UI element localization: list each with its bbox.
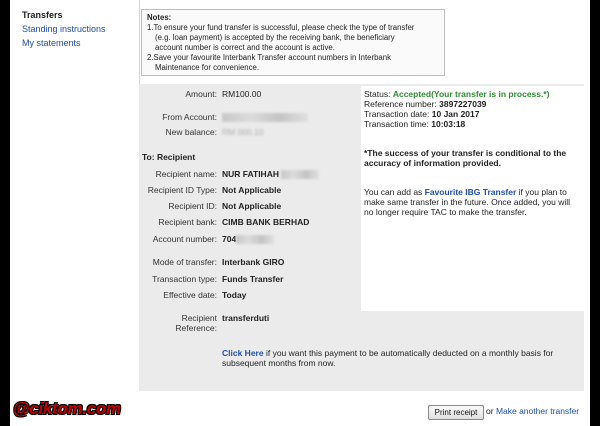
to-recipient-heading: To: Recipient [142,152,196,162]
account-number-value: 704 [222,234,275,245]
notes-line: 2.Save your favourite Interbank Transfer… [147,53,392,62]
recipient-bank-value: CIMB BANK BERHAD [222,217,310,227]
reference-value: 3897227039 [439,99,487,109]
actions-or: or Make another transfer [486,406,579,416]
transaction-date-label: Transaction date: [364,109,430,119]
auto-deduct-line-1: Click Here if you want this payment to b… [222,348,572,358]
reference-line: Reference number: 3897227039 [364,99,486,109]
status-label: Status: [364,89,391,99]
transaction-time-value: 10:03:18 [431,119,466,129]
left-black-border [0,0,10,426]
mode-of-transfer-label: Mode of transfer: [152,257,217,267]
recipient-id-type-value: Not Applicable [222,185,282,195]
transaction-time-line: Transaction time: 10:03:18 [364,119,465,129]
new-balance-label: New balance: [165,127,217,137]
favourite-line-1: You can add as Favourite IBG Transfer if… [364,187,567,197]
notes-line: account number is correct and the accoun… [155,43,335,52]
transaction-type-label: Transaction type: [152,274,217,284]
notes-line: 1.To ensure your fund transfer is succes… [147,23,415,32]
watermark: @ciktom.com [13,399,121,418]
from-account-label: From Account: [162,112,217,122]
recipient-name-text: NUR FATIHAH [222,169,279,179]
account-number-text: 704 [222,234,237,244]
or-label: or [486,406,494,416]
recipient-reference-label-2: Reference: [175,323,217,333]
redacted-name [281,170,320,180]
recipient-id-label: Recipient ID: [168,201,217,211]
notes-box: Notes: 1.To ensure your fund transfer is… [141,9,445,76]
redacted-account [222,113,308,123]
auto-deduct-line-2: subsequent months from now. [222,358,336,368]
recipient-id-type-label: Recipient ID Type: [147,185,217,195]
favourite-line-3: no longer require TAC to make the transf… [364,207,527,217]
recipient-id-value: Not Applicable [222,201,282,211]
effective-date-label: Effective date: [163,290,217,300]
mode-of-transfer-value: Interbank GIRO [222,257,285,267]
status-line: Status: Accepted(Your transfer is in pro… [364,89,550,99]
right-black-border [590,0,600,426]
account-number-label: Account number: [152,234,217,244]
redacted-account-number [236,235,275,245]
disclaimer-line-1: *The success of your transfer is conditi… [364,148,567,158]
click-here-link[interactable]: Click Here [222,348,264,358]
from-account-value [222,112,308,123]
recipient-reference-value: transferduti [222,313,270,323]
favourite-text-pre: You can add as [364,187,425,197]
notes-heading: Notes: [147,13,172,22]
transaction-date-value: 10 Jan 2017 [431,109,480,119]
content-divider [139,0,140,86]
favourite-ibg-link[interactable]: Favourite IBG Transfer [425,187,517,197]
notes-line: (e.g. loan payment) is accepted by the r… [155,33,395,42]
reference-label: Reference number: [364,99,437,109]
status-value: Accepted(Your transfer is in process.*) [392,89,550,99]
recipient-name-value: NUR FATIHAH [222,169,320,180]
recipient-name-label: Recipient name: [155,169,217,179]
transaction-time-label: Transaction time: [364,119,429,129]
auto-deduct-text: if you want this payment to be automatic… [263,348,554,358]
sidebar-menu: Transfers Standing instructions My state… [22,8,106,50]
make-another-transfer-link[interactable]: Make another transfer [496,406,579,416]
sidebar-item-standing-instructions[interactable]: Standing instructions [22,22,106,36]
sidebar-item-my-statements[interactable]: My statements [22,36,106,50]
effective-date-value: Today [222,290,247,300]
transaction-type-value: Funds Transfer [222,274,284,284]
transaction-date-line: Transaction date: 10 Jan 2017 [364,109,479,119]
recipient-bank-label: Recipient bank: [158,217,217,227]
amount-value: RM100.00 [222,89,262,99]
favourite-text-post: if you plan to [516,187,567,197]
print-receipt-button[interactable]: Print receipt [428,405,484,420]
sidebar-item-transfers[interactable]: Transfers [22,8,106,22]
favourite-line-2: make same transfer in the future. Once a… [364,197,570,207]
notes-line: Maintenance for convenience. [155,63,260,72]
new-balance-value: RM 000.10 [222,127,264,137]
amount-label: Amount: [185,89,217,99]
disclaimer-line-2: accuracy of information provided. [364,158,501,168]
